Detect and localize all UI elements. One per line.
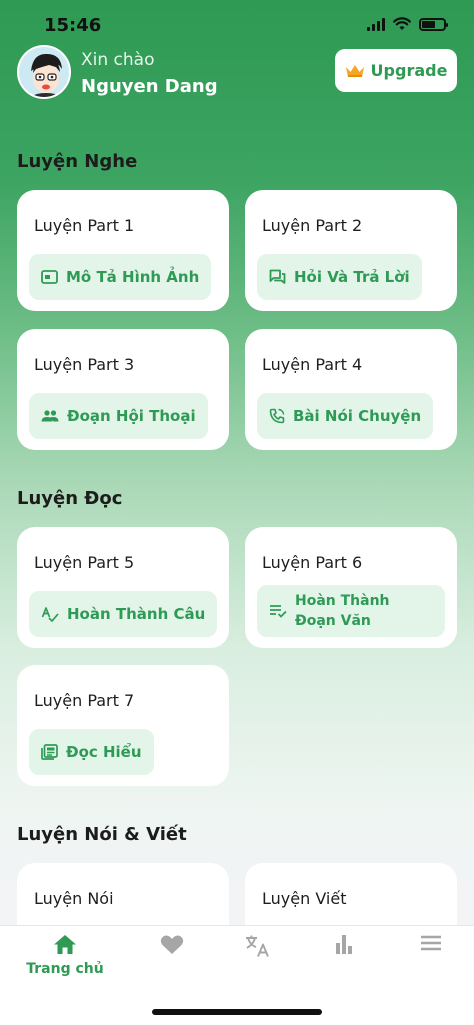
card-part-3[interactable]: Luyện Part 3 Đoạn Hội Thoại <box>17 329 229 450</box>
practice-button-part-5[interactable]: Hoàn Thành Câu <box>29 591 218 637</box>
practice-button-part-3[interactable]: Đoạn Hội Thoại <box>29 393 208 439</box>
heart-icon <box>160 935 184 954</box>
chat-icon <box>269 269 286 284</box>
wifi-icon <box>393 17 411 30</box>
nav-item-menu[interactable] <box>391 934 471 952</box>
newspaper-icon <box>41 744 58 760</box>
pill-label: Hỏi Và Trả Lời <box>294 268 410 286</box>
card-part-2[interactable]: Luyện Part 2 Hỏi Và Trả Lời <box>245 190 457 311</box>
nav-item-translate[interactable] <box>218 934 298 958</box>
practice-button-part-6[interactable]: Hoàn Thành Đoạn Văn <box>257 585 445 637</box>
practice-button-part-7[interactable]: Đọc Hiểu <box>29 729 154 775</box>
card-part-7[interactable]: Luyện Part 7 Đọc Hiểu <box>17 665 229 786</box>
home-icon <box>54 935 76 954</box>
greeting-text: Xin chào <box>81 50 155 70</box>
card-title: Luyện Part 1 <box>34 216 135 235</box>
status-icons <box>367 17 448 31</box>
list-check-icon <box>270 605 287 618</box>
pill-label: Mô Tả Hình Ảnh <box>66 268 200 286</box>
pill-label: Hoàn Thành Câu <box>67 605 206 623</box>
pill-label: Đọc Hiểu <box>66 743 142 761</box>
card-part-4[interactable]: Luyện Part 4 Bài Nói Chuyện <box>245 329 457 450</box>
card-title: Luyện Part 6 <box>262 553 363 572</box>
phone-icon <box>269 408 285 424</box>
card-part-6[interactable]: Luyện Part 6 Hoàn Thành Đoạn Văn <box>245 527 457 648</box>
upgrade-label: Upgrade <box>370 61 448 80</box>
card-title: Luyện Part 5 <box>34 553 135 572</box>
nav-item-home[interactable]: Trang chủ <box>25 934 105 977</box>
upgrade-button[interactable]: Upgrade <box>335 49 457 92</box>
crown-icon <box>345 64 364 77</box>
card-part-5[interactable]: Luyện Part 5 Hoàn Thành Câu <box>17 527 229 648</box>
practice-button-part-1[interactable]: Mô Tả Hình Ảnh <box>29 254 212 300</box>
avatar-face-icon <box>19 47 69 97</box>
nav-item-stats[interactable] <box>304 934 384 955</box>
nav-label-home: Trang chủ <box>26 961 104 977</box>
practice-button-part-2[interactable]: Hỏi Và Trả Lời <box>257 254 422 300</box>
card-part-1[interactable]: Luyện Part 1 Mô Tả Hình Ảnh <box>17 190 229 311</box>
card-title: Luyện Nói <box>34 889 114 908</box>
section-title-reading: Luyện Đọc <box>17 488 123 509</box>
nav-item-favorites[interactable] <box>132 934 212 955</box>
signal-icon <box>367 17 385 31</box>
pill-label: Bài Nói Chuyện <box>293 407 422 425</box>
pill-label: Đoạn Hội Thoại <box>67 407 196 425</box>
section-title-speaking-writing: Luyện Nói & Viết <box>17 824 187 845</box>
bar-chart-icon <box>336 935 352 954</box>
avatar[interactable] <box>17 45 71 99</box>
section-title-listening: Luyện Nghe <box>17 151 138 172</box>
pill-label: Hoàn Thành Đoạn Văn <box>295 593 390 629</box>
card-title: Luyện Part 3 <box>34 355 135 374</box>
battery-icon <box>419 17 448 31</box>
card-title: Luyện Part 7 <box>34 691 135 710</box>
status-time: 15:46 <box>44 15 102 36</box>
practice-button-part-4[interactable]: Bài Nói Chuyện <box>257 393 434 439</box>
status-bar: 15:46 <box>0 0 474 50</box>
menu-icon <box>421 935 441 951</box>
group-icon <box>41 410 59 422</box>
username: Nguyen Dang <box>81 76 218 97</box>
home-indicator <box>152 1009 322 1015</box>
card-title: Luyện Part 4 <box>262 355 363 374</box>
translate-icon <box>246 935 269 957</box>
spellcheck-icon <box>41 607 59 622</box>
card-title: Luyện Viết <box>262 889 347 908</box>
card-title: Luyện Part 2 <box>262 216 363 235</box>
image-icon <box>41 270 58 284</box>
